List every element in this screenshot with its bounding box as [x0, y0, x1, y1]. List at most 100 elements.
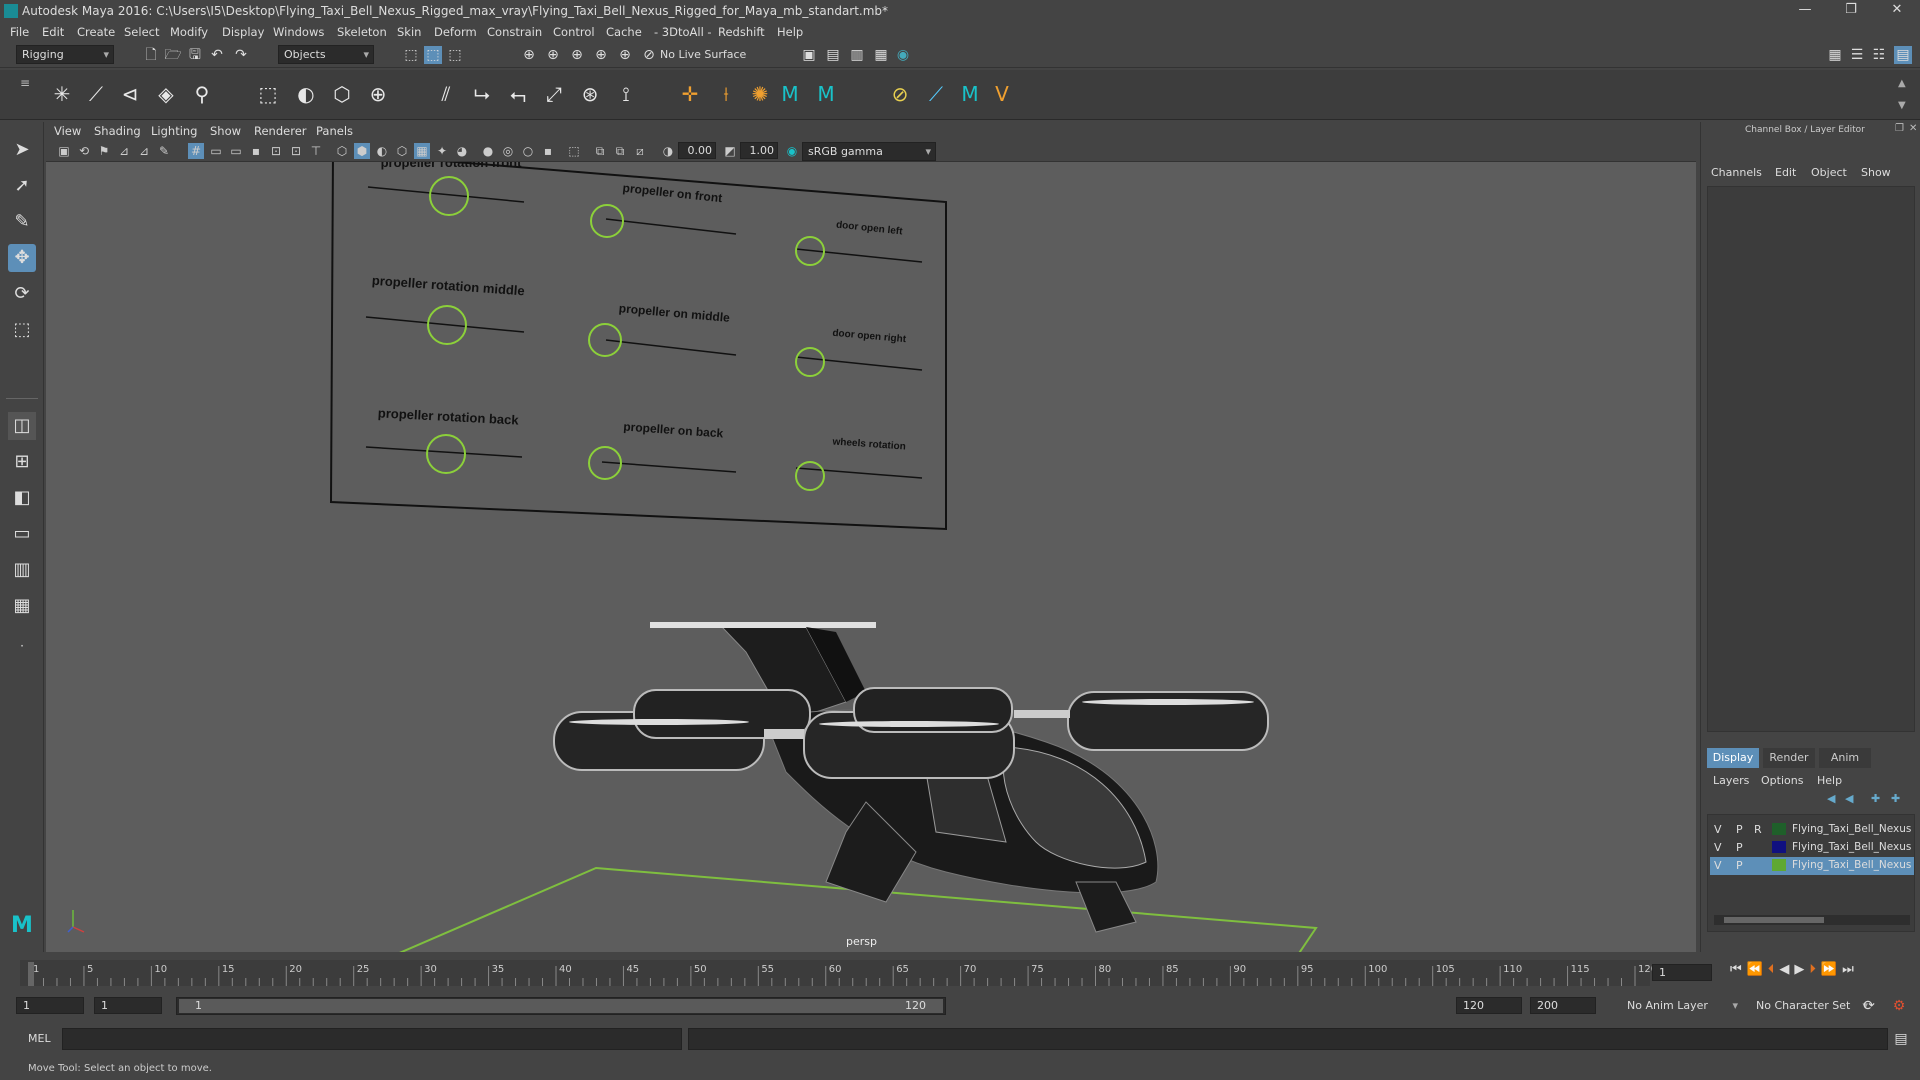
menu-redshift[interactable]: Redshift [718, 25, 765, 39]
graph-layout-icon[interactable]: ▥ [8, 556, 36, 584]
selection-mode-dropdown[interactable]: Objects [278, 45, 374, 64]
perspective-viewport[interactable]: propeller rotation front propeller on fr… [46, 162, 1696, 952]
safe-title-icon[interactable]: ⊤ [308, 143, 324, 159]
menu-3dtoall[interactable]: - 3DtoAll - [654, 25, 712, 39]
channel-box-area[interactable] [1707, 186, 1915, 732]
layer-name[interactable]: Flying_Taxi_Bell_Nexus [1792, 841, 1911, 853]
parent-constraint-icon[interactable]: ⫽ [432, 80, 460, 108]
viewport-menu-lighting[interactable]: Lighting [151, 124, 197, 138]
color-management-icon[interactable]: ◉ [784, 143, 800, 159]
outliner-layout-icon[interactable]: ▭ [8, 520, 36, 548]
menu-control[interactable]: Control [553, 25, 595, 39]
channel-menu-channels[interactable]: Channels [1711, 166, 1762, 179]
mirror-joint-icon[interactable]: ⚲ [188, 80, 216, 108]
smooth-shade-icon[interactable]: ⬢ [354, 143, 370, 159]
go-to-start-icon[interactable]: ⏮ [1730, 962, 1747, 977]
menu-help[interactable]: Help [777, 25, 803, 39]
viewport-menu-view[interactable]: View [54, 124, 81, 138]
new-layer-selected-icon[interactable]: ✚ [1891, 792, 1900, 805]
scale-constraint-icon[interactable]: ⤢ [540, 80, 568, 108]
viewport-menu-panels[interactable]: Panels [316, 124, 353, 138]
paint-weights-icon[interactable]: ◐ [292, 80, 320, 108]
menu-windows[interactable]: Windows [273, 25, 324, 39]
attribute-editor-icon[interactable]: ☰ [1848, 46, 1866, 64]
menu-edit[interactable]: Edit [42, 25, 64, 39]
move-tool-icon[interactable]: ✥ [8, 244, 36, 272]
tool-settings-icon[interactable]: ☷ [1870, 46, 1888, 64]
xray-icon[interactable]: ⧉ [592, 143, 608, 159]
four-view-layout-icon[interactable]: ⊞ [8, 448, 36, 476]
channel-menu-edit[interactable]: Edit [1775, 166, 1796, 179]
gamma-field[interactable]: 1.00 [740, 142, 778, 159]
layer-visibility-toggle[interactable]: V [1714, 841, 1722, 854]
textured-icon[interactable]: ▦ [414, 143, 430, 159]
default-material-icon[interactable]: ◐ [374, 143, 390, 159]
lattice-icon[interactable]: ⬡ [328, 80, 356, 108]
control-propeller-on-middle[interactable] [588, 323, 622, 357]
shadows-icon[interactable]: ◕ [454, 143, 470, 159]
scrollbar-thumb[interactable] [1724, 917, 1824, 923]
snap-surface-icon[interactable]: ⊕ [616, 46, 634, 64]
menu-cache[interactable]: Cache [606, 25, 642, 39]
orient-constraint-icon[interactable]: ⮢ [504, 80, 532, 108]
tab-render[interactable]: Render [1763, 748, 1815, 768]
minimize-button[interactable]: — [1782, 0, 1828, 22]
gamma-icon[interactable]: ◩ [722, 143, 738, 159]
rotate-tool-icon[interactable]: ⟳ [8, 280, 36, 308]
layer-color-swatch[interactable] [1772, 859, 1786, 871]
exposure-field[interactable]: 0.00 [678, 142, 716, 159]
menu-display[interactable]: Display [222, 25, 264, 39]
bind-skin-icon[interactable]: ⬚ [254, 80, 282, 108]
menu-constrain[interactable]: Constrain [487, 25, 542, 39]
maya-tool-1-icon[interactable]: M [776, 80, 804, 108]
hik-icon[interactable]: ✺ [746, 80, 774, 108]
wireframe-on-shaded-icon[interactable]: ⬡ [394, 143, 410, 159]
select-component-icon[interactable]: ⬚ [446, 46, 464, 64]
render-settings-icon[interactable]: ▦ [872, 46, 890, 64]
maya-tool-2-icon[interactable]: M [812, 80, 840, 108]
hypershade-icon[interactable]: ◉ [894, 46, 912, 64]
point-constraint-icon[interactable]: ⮡ [468, 80, 496, 108]
open-scene-icon[interactable]: 🗁 [164, 46, 182, 64]
current-frame-field[interactable]: 1 [1652, 964, 1712, 981]
locator-icon[interactable]: ✛ [676, 80, 704, 108]
grease-pencil-icon[interactable]: ✎ [156, 143, 172, 159]
anim-layer-dropdown[interactable]: No Anim Layer [1622, 997, 1742, 1016]
select-hierarchy-icon[interactable]: ⬚ [402, 46, 420, 64]
control-door-open-right[interactable] [795, 347, 825, 377]
cluster-icon[interactable]: ⊕ [364, 80, 392, 108]
insert-joint-icon[interactable]: ◈ [152, 80, 180, 108]
exposure-icon[interactable]: ◑ [660, 143, 676, 159]
screen-space-ao-icon[interactable]: ● [480, 143, 496, 159]
paint-select-icon[interactable]: ✎ [8, 208, 36, 236]
menu-skin[interactable]: Skin [397, 25, 421, 39]
menu-deform[interactable]: Deform [434, 25, 477, 39]
layer-color-swatch[interactable] [1772, 823, 1786, 835]
layer-menu-help[interactable]: Help [1817, 774, 1842, 787]
maya-tool-3-icon[interactable]: M [956, 80, 984, 108]
control-wheels-rotation[interactable] [795, 461, 825, 491]
film-gate-icon[interactable]: ▭ [208, 143, 224, 159]
xray-components-icon[interactable]: ⧄ [632, 143, 648, 159]
layer-menu-options[interactable]: Options [1761, 774, 1803, 787]
menu-file[interactable]: File [10, 25, 29, 39]
go-to-end-icon[interactable]: ⏭ [1842, 962, 1859, 977]
tab-anim[interactable]: Anim [1819, 748, 1871, 768]
quick-rig-icon[interactable]: V [988, 80, 1016, 108]
viewport-menu-shading[interactable]: Shading [94, 124, 141, 138]
panel-close-icon[interactable]: ✕ [1909, 123, 1917, 134]
playback-start-field[interactable]: 1 [94, 997, 162, 1014]
hypershade-layout-icon[interactable]: ▦ [8, 592, 36, 620]
shelf-scroll-up-icon[interactable]: ▲ [1898, 78, 1906, 89]
menu-set-dropdown[interactable]: Rigging [16, 45, 114, 64]
xray-joints-icon[interactable]: ⧉ [612, 143, 628, 159]
motion-blur-icon[interactable]: ◎ [500, 143, 516, 159]
gate-mask-icon[interactable]: ▪ [248, 143, 264, 159]
menu-modify[interactable]: Modify [170, 25, 208, 39]
two-d-pan-icon[interactable]: ⊿ [136, 143, 152, 159]
step-forward-key-icon[interactable]: ⏩ [1821, 962, 1842, 977]
bookmarks-icon[interactable]: ⚑ [96, 143, 112, 159]
animation-end-field[interactable]: 200 [1530, 997, 1596, 1014]
lights-icon[interactable]: ✦ [434, 143, 450, 159]
lasso-tool-icon[interactable]: ➚ [8, 172, 36, 200]
